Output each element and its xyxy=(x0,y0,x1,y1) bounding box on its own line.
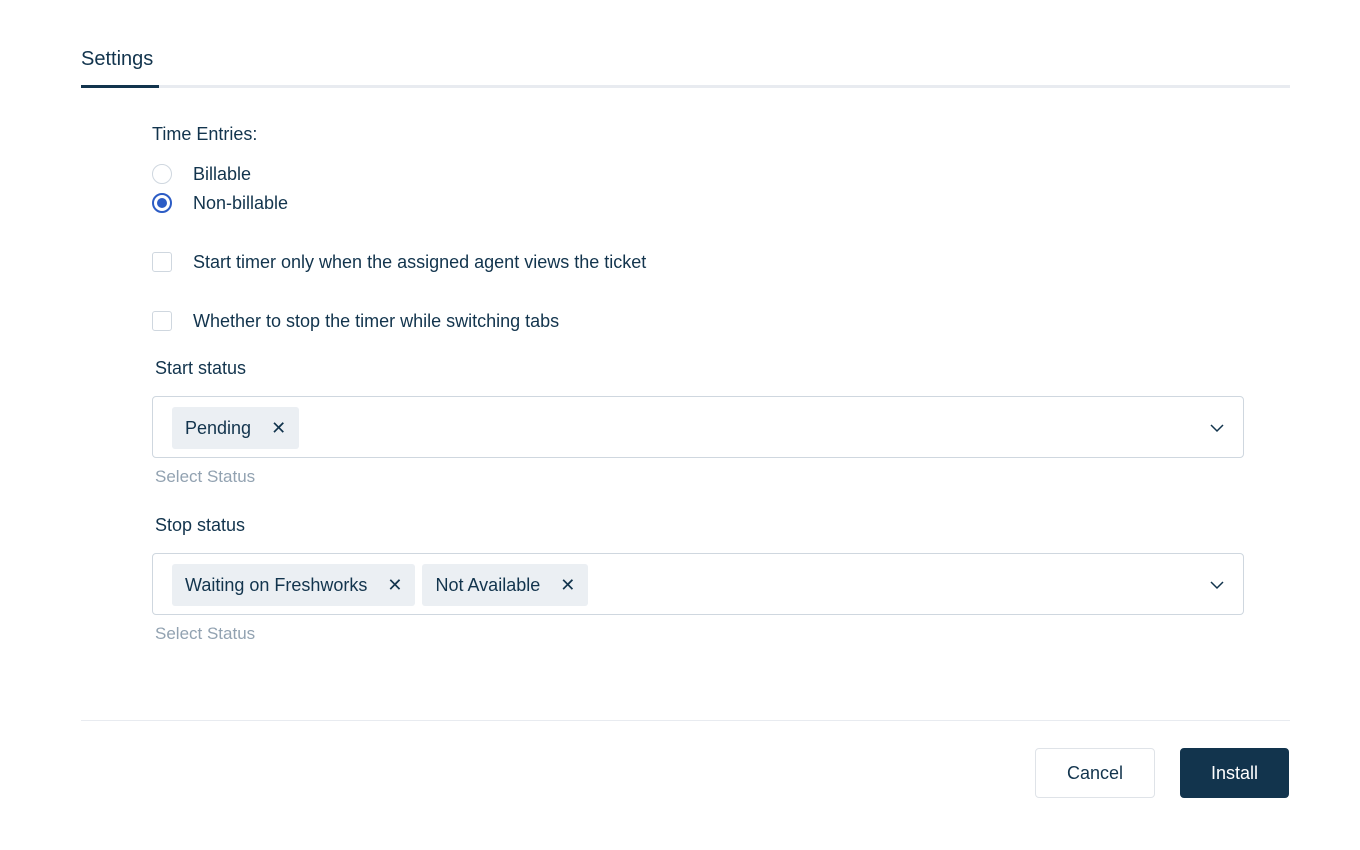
radio-billable[interactable] xyxy=(152,164,172,184)
install-button[interactable]: Install xyxy=(1180,748,1289,798)
start-status-select[interactable]: Pending ✕ xyxy=(152,396,1244,458)
stop-status-chips: Waiting on Freshworks ✕ Not Available ✕ xyxy=(172,564,589,606)
stop-timer-checkbox-row[interactable]: Whether to stop the timer while switchin… xyxy=(152,309,559,333)
settings-page: Settings Time Entries: Billable Non-bill… xyxy=(0,0,1360,850)
radio-non-billable[interactable] xyxy=(152,193,172,213)
start-timer-checkbox-label: Start timer only when the assigned agent… xyxy=(193,251,647,272)
start-status-label: Start status xyxy=(155,358,247,378)
stop-status-select[interactable]: Waiting on Freshworks ✕ Not Available ✕ xyxy=(152,553,1244,615)
status-chip-label: Pending xyxy=(185,417,252,438)
stop-status-label: Stop status xyxy=(155,515,246,535)
stop-status-hint: Select Status xyxy=(155,624,256,643)
tab-bar: Settings xyxy=(81,40,1290,88)
chevron-down-icon[interactable] xyxy=(1210,578,1224,592)
status-chip: Waiting on Freshworks ✕ xyxy=(172,564,416,606)
active-tab-indicator xyxy=(81,85,159,88)
tab-settings-label: Settings xyxy=(81,48,154,70)
cancel-button[interactable]: Cancel xyxy=(1035,748,1155,798)
tab-bar-divider xyxy=(81,85,1290,88)
remove-chip-icon[interactable]: ✕ xyxy=(560,576,575,594)
stop-timer-checkbox-label: Whether to stop the timer while switchin… xyxy=(193,310,560,331)
time-entries-label: Time Entries: xyxy=(152,124,258,144)
status-chip-label: Not Available xyxy=(435,574,541,595)
radio-non-billable-label: Non-billable xyxy=(193,192,289,213)
remove-chip-icon[interactable]: ✕ xyxy=(271,419,286,437)
radio-non-billable-row[interactable]: Non-billable xyxy=(152,191,288,215)
start-timer-checkbox[interactable] xyxy=(152,252,172,272)
radio-billable-row[interactable]: Billable xyxy=(152,162,251,186)
status-chip-label: Waiting on Freshworks xyxy=(185,574,368,595)
radio-billable-label: Billable xyxy=(193,163,252,184)
footer-divider xyxy=(81,720,1290,721)
status-chip: Not Available ✕ xyxy=(422,564,589,606)
chevron-down-icon[interactable] xyxy=(1210,421,1224,435)
tab-settings[interactable]: Settings xyxy=(81,46,159,88)
remove-chip-icon[interactable]: ✕ xyxy=(387,576,402,594)
start-status-hint: Select Status xyxy=(155,467,256,486)
start-timer-checkbox-row[interactable]: Start timer only when the assigned agent… xyxy=(152,250,646,274)
status-chip: Pending ✕ xyxy=(172,407,300,449)
start-status-chips: Pending ✕ xyxy=(172,407,300,449)
stop-timer-checkbox[interactable] xyxy=(152,311,172,331)
